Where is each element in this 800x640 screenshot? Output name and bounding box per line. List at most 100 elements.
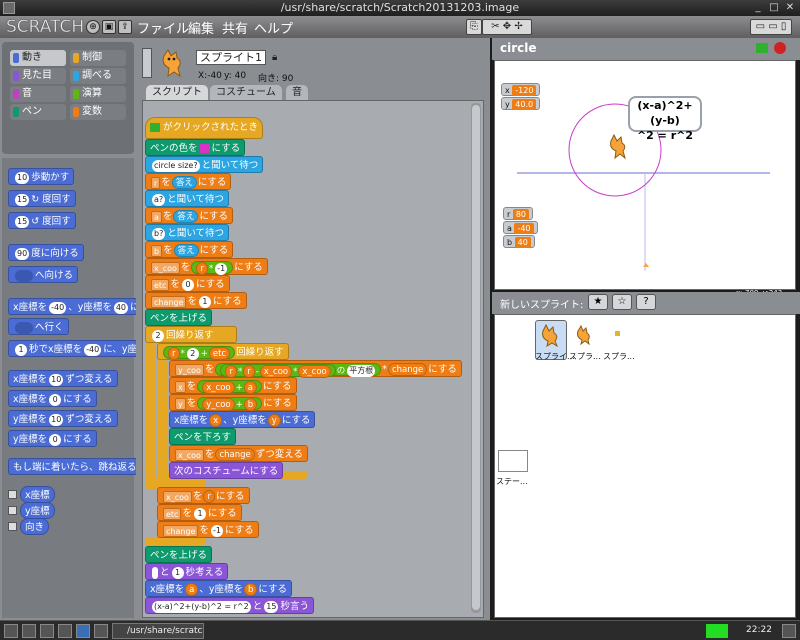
launcher-icon[interactable] <box>22 624 36 638</box>
block-y-position[interactable]: y座標 <box>20 502 55 519</box>
maximize-icon[interactable]: □ <box>768 2 780 14</box>
desktop1-icon[interactable] <box>76 624 90 638</box>
checkbox-x-position[interactable] <box>8 490 17 499</box>
checkbox-y-position[interactable] <box>8 506 17 515</box>
block-change-x[interactable]: x座標を 10 ずつ変える <box>8 370 118 387</box>
menu-help[interactable]: ヘルプ <box>254 18 293 37</box>
block-goto-xy[interactable]: x座標を -40 、y座標を 40 に <box>8 298 145 315</box>
category-pen[interactable]: ペン <box>10 104 66 120</box>
block-when-flag-clicked[interactable]: がクリックされたとき <box>145 117 264 139</box>
green-flag-button[interactable] <box>756 43 768 53</box>
block-pen-down[interactable]: ペンを下ろす <box>169 428 237 445</box>
block-think[interactable]: と 1 秒考える <box>145 563 229 580</box>
category-control[interactable]: 制御 <box>70 50 126 66</box>
files-icon[interactable] <box>40 624 54 638</box>
stop-button[interactable] <box>774 42 786 54</box>
edit-tools[interactable]: ✂ ✥ ✢ <box>482 19 532 35</box>
block-set-x-coo-r[interactable]: x_coo を r にする <box>157 487 250 504</box>
minimize-icon[interactable]: _ <box>752 2 764 14</box>
category-variables[interactable]: 変数 <box>70 104 126 120</box>
script-scrollbar[interactable] <box>471 103 481 613</box>
block-point-direction[interactable]: 90 度に向ける <box>8 244 84 261</box>
menu-share[interactable]: 共有 <box>222 18 248 37</box>
block-set-y[interactable]: y座標を 0 にする <box>8 430 97 447</box>
block-ask-a[interactable]: a? と聞いて待つ <box>145 190 229 207</box>
stage[interactable]: x -120 y 40.0 r 80 a -40 b 40 (x-a)^2+(y… <box>494 60 796 290</box>
block-point-towards[interactable]: へ向ける <box>8 266 79 283</box>
block-ask-circle-size[interactable]: circle size? と聞いて待つ <box>145 156 264 173</box>
block-set-etc[interactable]: etc を 0 にする <box>145 275 230 292</box>
category-sensing[interactable]: 調べる <box>70 68 126 84</box>
sprite-cat-on-stage[interactable] <box>607 133 629 159</box>
monitor-y[interactable]: y 40.0 <box>501 97 541 110</box>
block-next-costume[interactable]: 次のコスチュームにする <box>169 462 284 479</box>
block-set-change-neg1[interactable]: change を -1 にする <box>157 521 259 538</box>
stage-size-buttons[interactable]: ▭ ▭ ▯ <box>750 19 792 35</box>
block-repeat-2[interactable]: 2 回繰り返す <box>145 326 237 343</box>
sprite-name-field[interactable]: スプライト1 <box>196 50 266 65</box>
tab-sounds[interactable]: 音 <box>286 85 308 100</box>
duplicate-tool-icon[interactable]: ⎘ <box>466 19 482 35</box>
block-set-change[interactable]: change を 1 にする <box>145 292 247 309</box>
block-goto-x-y[interactable]: x座標を x 、y座標を y にする <box>169 411 316 428</box>
block-goto-a-b[interactable]: x座標を a 、y座標を b にする <box>145 580 292 597</box>
random-sprite-icon[interactable]: ? <box>636 294 656 310</box>
block-set-r[interactable]: r を答え にする <box>145 173 232 190</box>
block-turn-ccw[interactable]: 15 ↺ 度回す <box>8 212 76 229</box>
terminal-icon[interactable] <box>58 624 72 638</box>
monitor-r[interactable]: r 80 <box>503 207 534 220</box>
block-bounce[interactable]: もし端に着いたら、跳ね返る <box>8 458 142 475</box>
block-pen-up[interactable]: ペンを上げる <box>145 309 213 326</box>
language-globe-icon[interactable]: ⊕ <box>86 20 100 34</box>
category-motion[interactable]: 動き <box>10 50 66 66</box>
block-goto[interactable]: へ行く <box>8 318 69 335</box>
block-set-x[interactable]: x座標を 0 にする <box>8 390 97 407</box>
block-change-y[interactable]: y座標を 10 ずつ変える <box>8 410 118 427</box>
block-move[interactable]: 10 歩動かす <box>8 168 75 185</box>
block-direction[interactable]: 向き <box>20 518 50 535</box>
sprite3-thumb-icon[interactable] <box>615 331 620 336</box>
choose-sprite-icon[interactable]: ☆ <box>612 294 632 310</box>
category-operators[interactable]: 演算 <box>70 86 126 102</box>
desktop2-icon[interactable] <box>94 624 108 638</box>
speech-bubble: (x-a)^2+(y-b) ^2 = r^2 <box>628 96 702 142</box>
rotation-style-buttons[interactable] <box>142 48 152 78</box>
menu-edit[interactable]: 編集 <box>188 18 214 37</box>
power-icon[interactable] <box>782 624 796 638</box>
block-change-x-coo[interactable]: x_coo を change ずつ変える <box>169 445 308 462</box>
block-set-x-coo[interactable]: x_coo を r * -1 にする <box>145 258 268 275</box>
block-set-a[interactable]: a を答え にする <box>145 207 234 224</box>
monitor-x[interactable]: x -120 <box>501 83 541 96</box>
block-glide[interactable]: 1 秒でx座標を -40 に、y座標 <box>8 340 152 357</box>
category-sound[interactable]: 音 <box>10 86 66 102</box>
block-turn-cw[interactable]: 15 ↻ 度回す <box>8 190 76 207</box>
save-icon[interactable]: ▣ <box>102 20 116 34</box>
block-set-y-coo[interactable]: y_coo を r * r - x_coo * x_coo の平方根 * change にする <box>169 360 462 378</box>
block-set-pen-color[interactable]: ペンの色を にする <box>145 139 246 156</box>
tab-scripts[interactable]: スクリプト <box>146 85 208 100</box>
monitor-b[interactable]: b 40 <box>503 235 535 248</box>
taskbar-window-button[interactable]: /usr/share/scratch... <box>112 623 204 639</box>
block-set-y-var[interactable]: y を y_coo + b にする <box>169 394 297 411</box>
block-ask-b[interactable]: b? と聞いて待つ <box>145 224 230 241</box>
sprite2-thumb-icon[interactable] <box>575 325 593 345</box>
stage-thumbnail[interactable] <box>498 450 528 472</box>
lock-icon[interactable]: 🔒︎ <box>272 52 277 63</box>
close-icon[interactable]: ✕ <box>784 2 796 14</box>
menu-file[interactable]: ファイル <box>137 18 189 37</box>
block-set-b[interactable]: b を答え にする <box>145 241 234 258</box>
tab-costumes[interactable]: コスチューム <box>210 85 282 100</box>
checkbox-direction[interactable] <box>8 522 17 531</box>
monitor-a[interactable]: a -40 <box>503 221 538 234</box>
block-repeat-inner[interactable]: r * 2 + etc 回繰り返す <box>157 343 289 360</box>
script-canvas[interactable]: がクリックされたとき ペンの色を にする circle size? と聞いて待つ r… <box>142 100 484 618</box>
category-looks[interactable]: 見た目 <box>10 68 66 84</box>
block-set-etc-1[interactable]: etc を 1 にする <box>157 504 242 521</box>
paint-sprite-icon[interactable]: ★ <box>588 294 608 310</box>
block-pen-up-2[interactable]: ペンを上げる <box>145 546 213 563</box>
share-icon[interactable]: ⇪ <box>118 20 132 34</box>
start-menu-icon[interactable] <box>4 624 18 638</box>
block-set-x-var[interactable]: x を x_coo + a にする <box>169 377 297 394</box>
block-say-formula[interactable]: (x-a)^2+(y-b)^2 = r^2 と 15 秒言う <box>145 597 314 614</box>
block-x-position[interactable]: x座標 <box>20 486 55 503</box>
